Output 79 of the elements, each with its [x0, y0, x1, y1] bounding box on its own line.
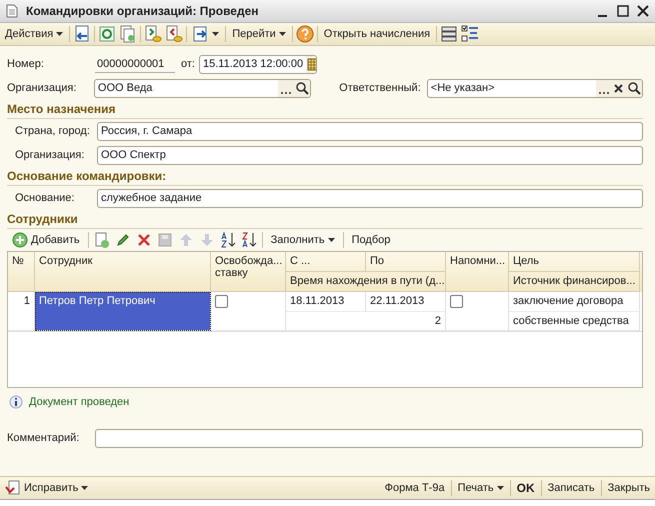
close-button[interactable]: Закрыть [604, 481, 653, 495]
form-button[interactable]: Форма Т-9а [382, 481, 448, 495]
caret-icon [212, 32, 220, 36]
column-header[interactable]: Время нахождения в пути (д... [286, 272, 446, 292]
caret-icon [278, 32, 286, 36]
select-dots-icon[interactable] [596, 80, 612, 96]
table-cell: собственные средства [509, 312, 640, 331]
calendar-icon[interactable] [306, 56, 316, 72]
section-title: Сотрудники [7, 212, 643, 229]
goto-menu[interactable]: Перейти [229, 27, 289, 41]
search-icon[interactable] [294, 80, 310, 96]
document-icon [6, 4, 18, 18]
field-label: Основание: [15, 192, 76, 204]
field-label: Страна, город: [15, 125, 91, 137]
caret-icon [496, 486, 504, 490]
checkbox[interactable] [215, 295, 228, 308]
add-icon [12, 232, 28, 248]
maximize-icon[interactable] [617, 5, 629, 17]
open-accruals-button[interactable]: Открыть начисления [320, 27, 434, 41]
caret-icon [328, 238, 335, 242]
text-field[interactable]: Россия, г. Самара [97, 122, 643, 140]
field-label: Комментарий: [7, 432, 80, 444]
window-title: Командировки организаций: Проведен [26, 4, 258, 18]
text-field[interactable]: ООО Спектр [97, 146, 643, 164]
column-header[interactable]: Напомни... [446, 252, 509, 292]
table-cell: 18.11.2013 [286, 292, 366, 312]
status-message: Документ проведен [29, 396, 130, 408]
delete-icon[interactable] [136, 232, 152, 248]
pick-button[interactable]: Подбор [348, 233, 394, 247]
section-title: Место назначения [7, 102, 643, 119]
print-menu[interactable]: Печать [454, 481, 507, 495]
date-field[interactable]: 15.11.2013 12:00:00 [198, 54, 317, 74]
comment-field[interactable] [95, 428, 643, 448]
column-header[interactable]: С ... [286, 252, 366, 272]
column-header[interactable]: № [8, 252, 35, 292]
table-cell: заключение договора [509, 292, 640, 312]
search-icon[interactable] [626, 80, 642, 96]
help-icon[interactable] [296, 25, 314, 43]
organization-field[interactable]: ООО Веда [94, 78, 312, 98]
fill-menu[interactable]: Заполнить [268, 233, 338, 247]
field-label: Ответственный: [339, 82, 421, 94]
save-icon [156, 232, 173, 248]
field-label: Организация: [7, 82, 78, 94]
sort-descending-icon[interactable] [240, 231, 257, 249]
select-dots-icon[interactable] [278, 80, 294, 96]
copy-icon[interactable] [119, 25, 138, 43]
field-label: Организация: [15, 149, 86, 161]
number-field[interactable]: 00000000001 [95, 56, 175, 72]
close-icon[interactable] [637, 5, 649, 17]
table-cell: 2 [286, 312, 446, 331]
save-button[interactable]: Записать [544, 481, 598, 495]
sort-ascending-icon[interactable] [220, 231, 236, 249]
down-arrow-icon [198, 232, 215, 248]
table-cell: Петров Петр Петрович [35, 292, 211, 331]
list-icon[interactable] [440, 25, 458, 43]
fix-menu[interactable]: Исправить [2, 479, 92, 497]
text-field[interactable]: служебное задание [97, 188, 643, 208]
info-icon [9, 395, 23, 409]
column-header[interactable]: Цель [509, 252, 640, 272]
column-header[interactable]: Освобожда... ставку [211, 252, 286, 292]
table-cell: 22.11.2013 [366, 292, 446, 312]
column-header[interactable]: По [366, 252, 446, 272]
checkbox[interactable] [450, 295, 463, 308]
field-label: от: [181, 58, 195, 70]
up-arrow-icon [178, 232, 194, 248]
edit-icon[interactable] [114, 232, 131, 248]
responsible-field[interactable]: <Не указан> [426, 78, 643, 98]
actions-menu[interactable]: Действия [2, 27, 66, 41]
document-coins-icon[interactable] [165, 25, 184, 43]
caret-icon [81, 486, 88, 490]
ok-button[interactable]: OK [514, 480, 538, 496]
section-title: Основание командировки: [7, 169, 643, 186]
field-label: Номер: [7, 58, 45, 70]
caret-icon [56, 32, 64, 36]
copy-add-icon[interactable] [94, 232, 110, 248]
add-button[interactable]: Добавить [9, 231, 83, 249]
document-coins-icon[interactable] [144, 25, 162, 43]
checklist-icon[interactable] [461, 25, 480, 43]
column-header[interactable]: Источник финансиров... [509, 272, 640, 292]
